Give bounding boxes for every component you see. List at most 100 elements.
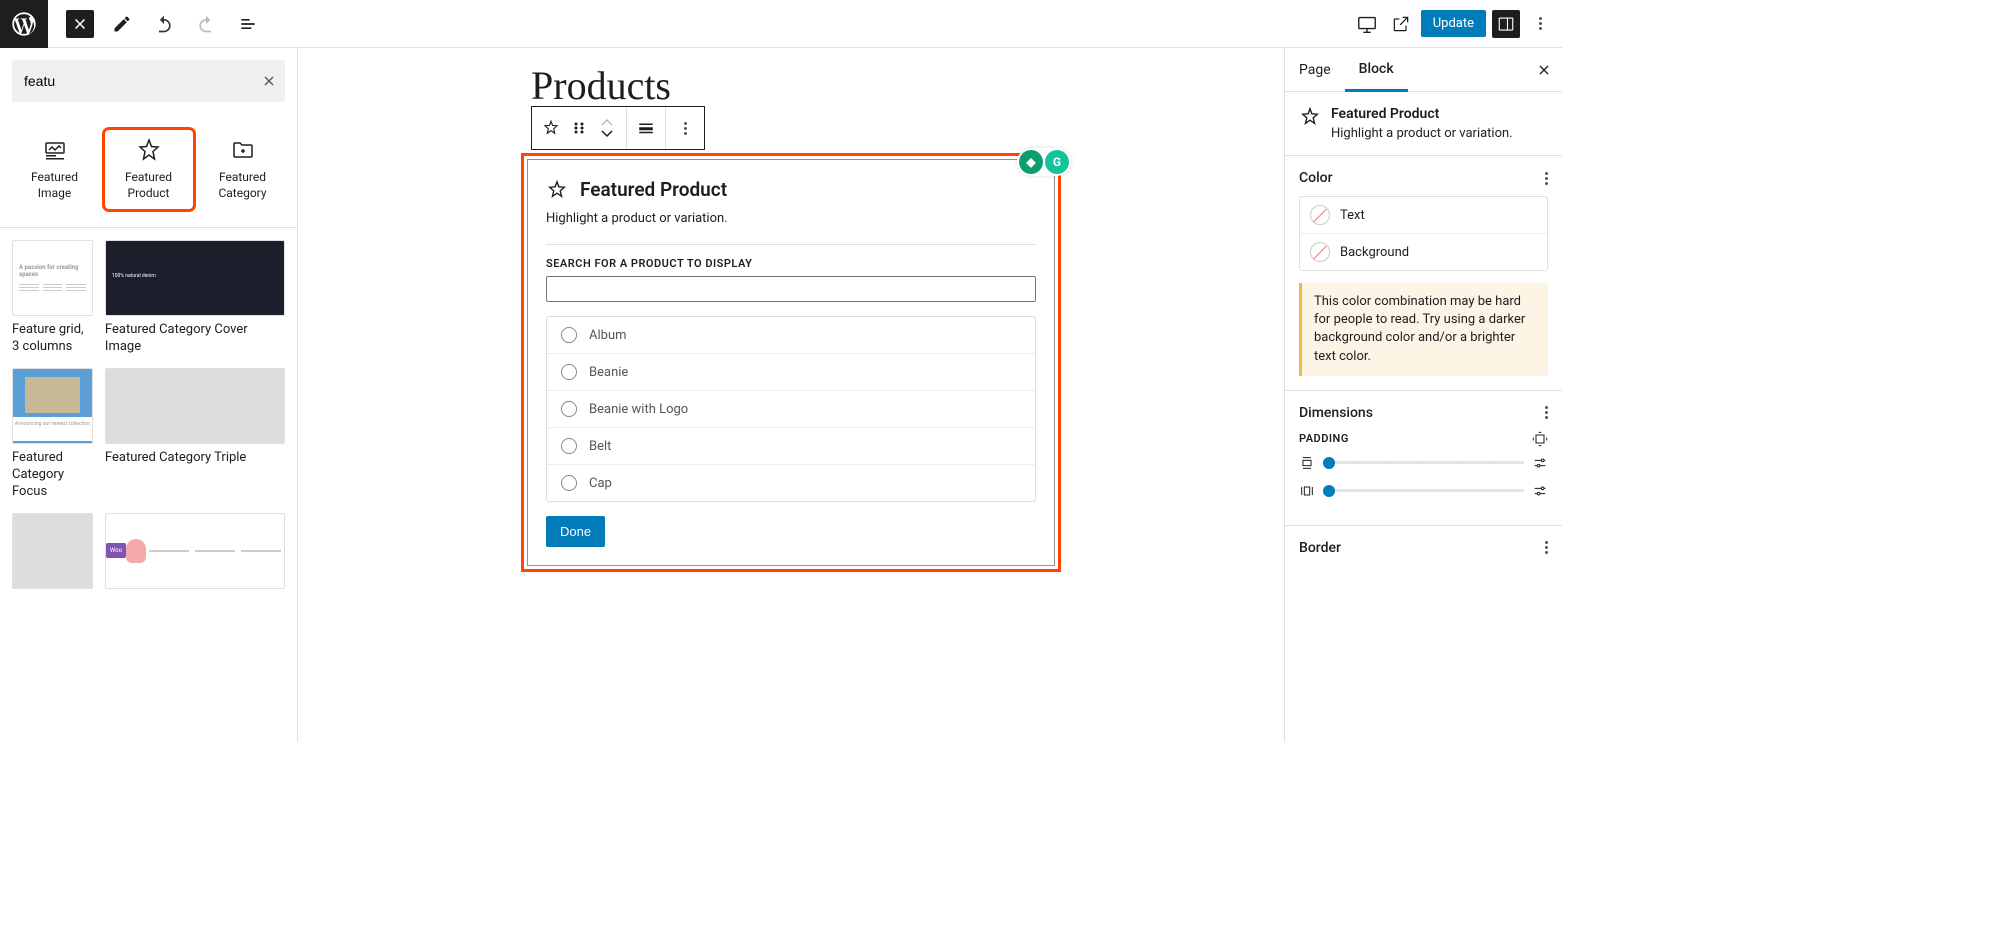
block-heading: Featured Product [580, 178, 727, 201]
color-options-button[interactable] [1545, 172, 1548, 185]
desktop-icon [1356, 13, 1378, 35]
update-button[interactable]: Update [1421, 10, 1486, 37]
pattern-featured-category-focus[interactable]: Announcing our newest collection Feature… [12, 368, 93, 501]
close-icon [71, 15, 89, 33]
block-options-button[interactable] [676, 119, 694, 137]
sidebar-icon [1497, 15, 1515, 33]
block-result-featured-category[interactable]: Featured Category [199, 130, 287, 209]
dimensions-heading: Dimensions [1299, 405, 1373, 421]
wordpress-icon [10, 10, 38, 38]
pattern-label: Featured Category Triple [105, 450, 285, 467]
wp-logo[interactable] [0, 0, 48, 48]
product-search-input[interactable] [546, 276, 1036, 302]
color-heading: Color [1299, 170, 1333, 186]
close-icon [261, 73, 277, 89]
block-result-featured-product[interactable]: Featured Product [105, 130, 193, 209]
featured-product-block[interactable]: Featured Product Highlight a product or … [527, 159, 1055, 566]
product-option[interactable]: Album [547, 317, 1035, 354]
move-up-button[interactable] [598, 118, 616, 128]
unlink-sides-button[interactable] [1532, 431, 1548, 447]
sidebar-block-desc: Highlight a product or variation. [1331, 126, 1548, 141]
editor-canvas[interactable]: Products [298, 48, 1284, 742]
star-icon [542, 118, 560, 138]
move-down-button[interactable] [598, 128, 616, 138]
star-icon [137, 138, 161, 162]
settings-sliders-icon[interactable] [1532, 483, 1548, 499]
redo-icon [196, 14, 216, 34]
pattern-thumbnail [105, 368, 285, 444]
close-sidebar-button[interactable] [1536, 62, 1552, 78]
more-vertical-icon [1539, 17, 1542, 30]
pattern-label: Featured Category Cover Image [105, 322, 285, 356]
color-label: Text [1340, 208, 1365, 223]
sidebar-block-title: Featured Product [1331, 106, 1548, 122]
tab-block[interactable]: Block [1345, 49, 1408, 92]
block-label: Featured Product [109, 170, 189, 201]
product-name: Cap [589, 476, 612, 491]
product-option[interactable]: Beanie with Logo [547, 391, 1035, 428]
color-contrast-notice: This color combination may be hard for p… [1299, 283, 1548, 376]
clear-search-button[interactable] [261, 73, 277, 89]
align-button[interactable] [637, 119, 655, 137]
options-button[interactable] [1526, 10, 1554, 38]
radio-icon [561, 364, 577, 380]
block-search-input[interactable] [12, 60, 285, 102]
grammarly-widget[interactable]: ◆ G [1017, 148, 1071, 176]
settings-sidebar-button[interactable] [1492, 10, 1520, 38]
color-swatch-icon [1310, 242, 1330, 262]
document-overview-button[interactable] [234, 10, 262, 38]
product-option[interactable]: Cap [547, 465, 1035, 501]
color-background-button[interactable]: Background [1300, 234, 1547, 270]
settings-sidebar: Page Block Featured Product Highlight a … [1284, 48, 1562, 742]
block-type-button[interactable] [542, 119, 560, 137]
align-icon [637, 118, 655, 138]
folder-plus-icon [231, 138, 255, 162]
product-list: Album Beanie Beanie with Logo Belt Cap [546, 316, 1036, 502]
list-view-icon [238, 14, 258, 34]
pattern-thumbnail [12, 513, 93, 589]
color-text-button[interactable]: Text [1300, 197, 1547, 234]
pattern-featured-category-cover[interactable]: 100% natural denim Featured Category Cov… [105, 240, 285, 356]
drag-icon [571, 120, 587, 136]
pattern-thumbnail: Woo [105, 513, 285, 589]
padding-horizontal-slider[interactable] [1323, 489, 1524, 492]
redo-button[interactable] [192, 10, 220, 38]
radio-icon [561, 475, 577, 491]
color-swatch-icon [1310, 205, 1330, 225]
radio-icon [561, 327, 577, 343]
pattern-label: Featured Category Focus [12, 450, 93, 501]
view-button[interactable] [1353, 10, 1381, 38]
undo-icon [154, 14, 174, 34]
product-option[interactable]: Belt [547, 428, 1035, 465]
radio-icon [561, 438, 577, 454]
tab-page[interactable]: Page [1285, 48, 1345, 91]
star-icon [1299, 106, 1321, 128]
pattern-feature-grid[interactable]: A passion for creating spaces Feature gr… [12, 240, 93, 356]
pattern-woo[interactable]: Woo [105, 513, 285, 595]
product-option[interactable]: Beanie [547, 354, 1035, 391]
padding-vertical-slider[interactable] [1323, 461, 1524, 464]
drag-handle[interactable] [570, 119, 588, 137]
grammarly-shield-icon: ◆ [1019, 150, 1043, 174]
featured-image-icon [43, 138, 67, 162]
radio-icon [561, 401, 577, 417]
preview-button[interactable] [1387, 10, 1415, 38]
block-result-featured-image[interactable]: Featured Image [11, 130, 99, 209]
close-inserter-button[interactable] [66, 10, 94, 38]
block-label: Featured Image [15, 170, 95, 201]
padding-horizontal-icon [1299, 483, 1315, 499]
pencil-icon [112, 14, 132, 34]
border-options-button[interactable] [1545, 541, 1548, 554]
done-button[interactable]: Done [546, 516, 605, 547]
pattern-veg[interactable] [12, 513, 93, 595]
pattern-featured-category-triple[interactable]: Featured Category Triple [105, 368, 285, 501]
tools-button[interactable] [108, 10, 136, 38]
settings-sliders-icon[interactable] [1532, 455, 1548, 471]
dimensions-options-button[interactable] [1545, 406, 1548, 419]
page-title[interactable]: Products [531, 62, 1061, 109]
undo-button[interactable] [150, 10, 178, 38]
external-link-icon [1391, 14, 1411, 34]
pattern-thumbnail: 100% natural denim [105, 240, 285, 316]
block-toolbar [531, 106, 705, 150]
chevron-up-icon [600, 118, 614, 128]
